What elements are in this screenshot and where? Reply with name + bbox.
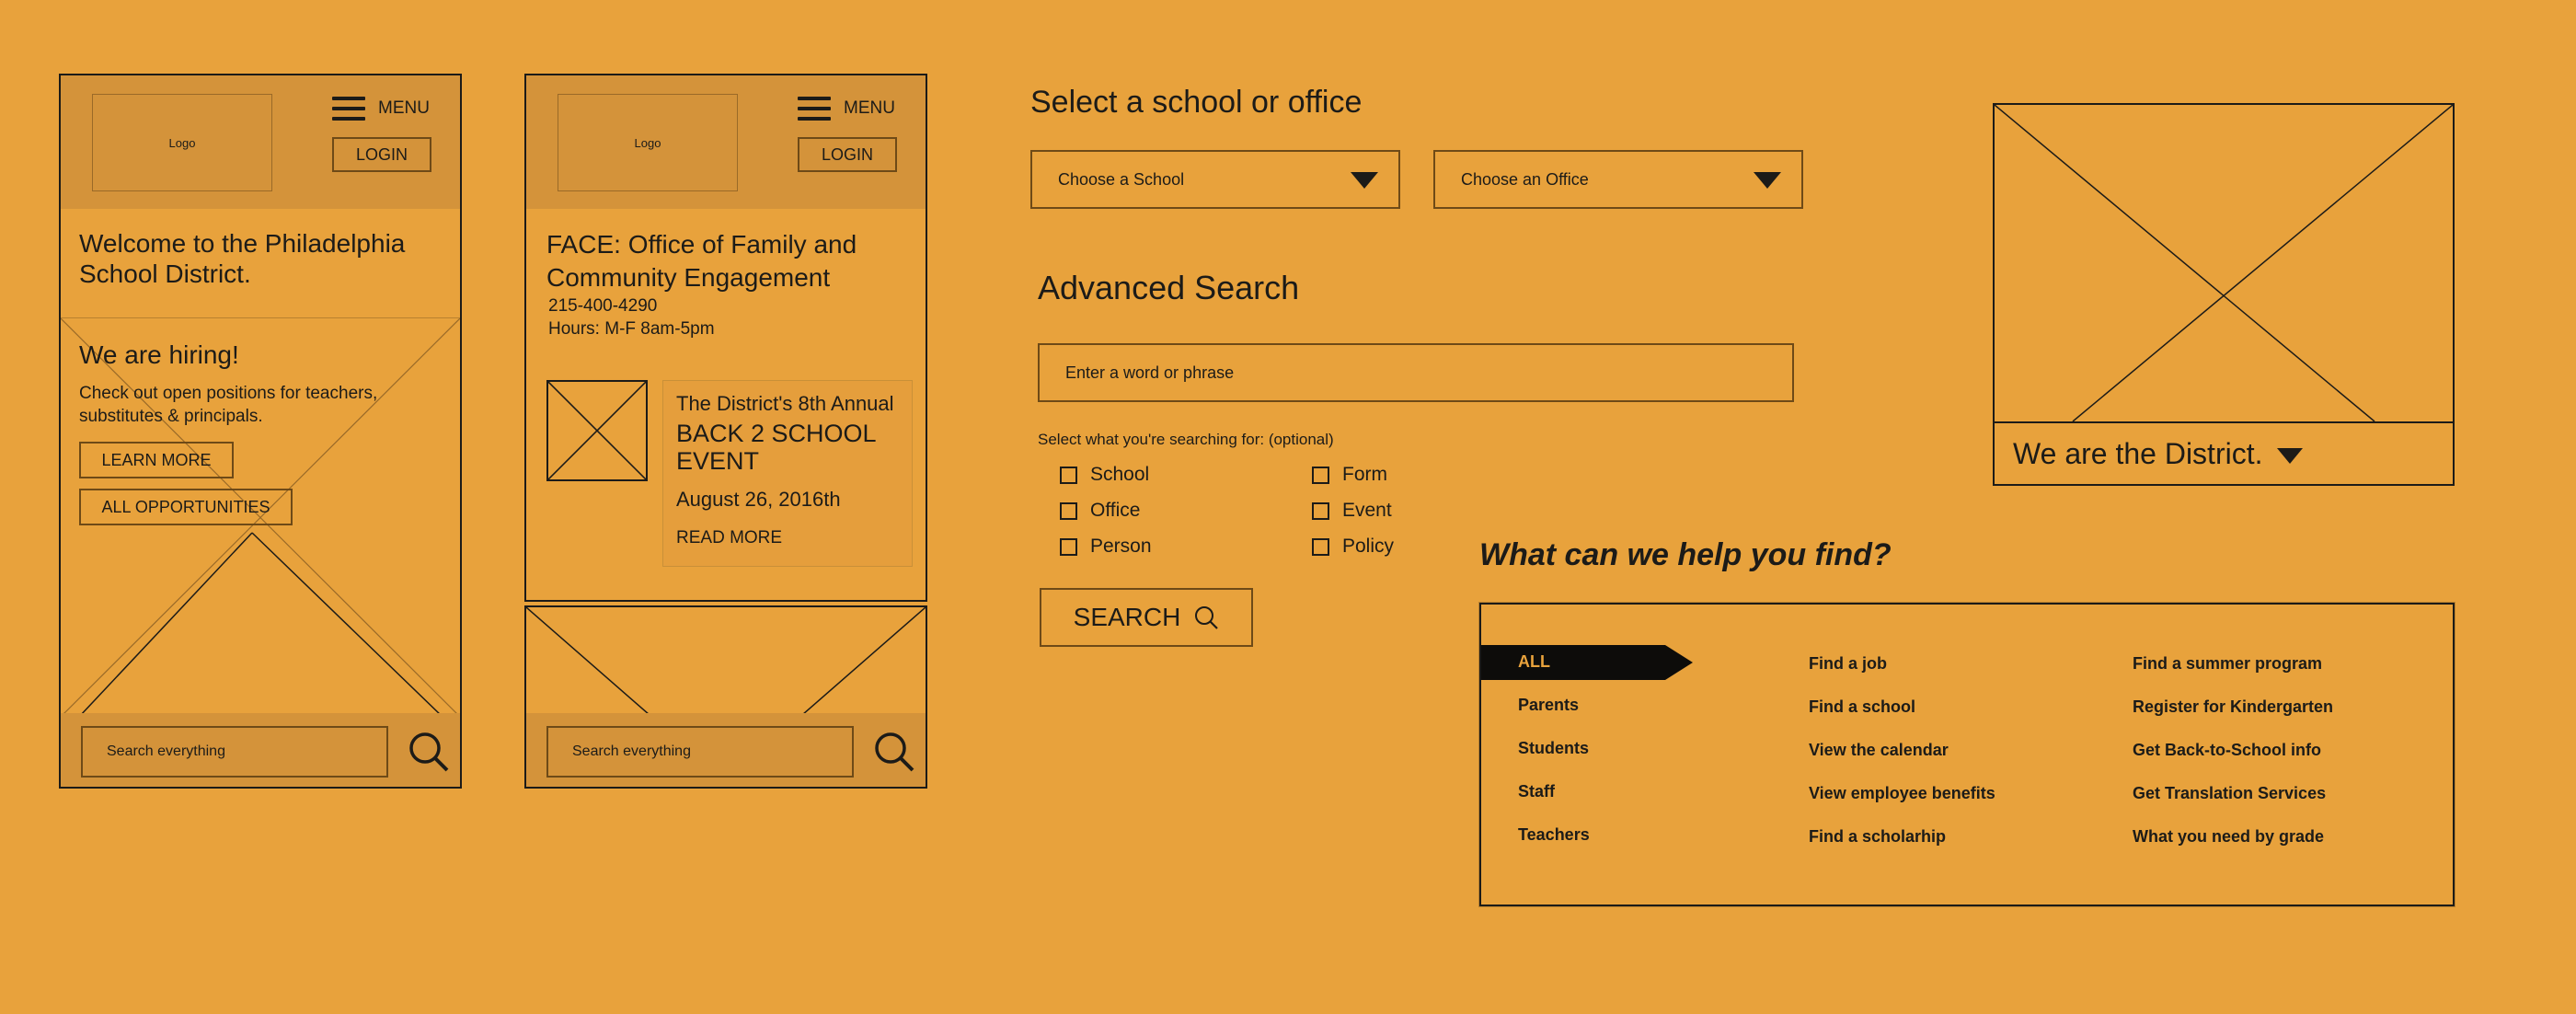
checkbox-event[interactable]: Event: [1312, 500, 1392, 522]
checkbox-school[interactable]: School: [1060, 464, 1149, 486]
filter-label: Select what you're searching for: (optio…: [1038, 431, 1334, 448]
link-register-kindergarten[interactable]: Register for Kindergarten: [2133, 697, 2333, 717]
search-button[interactable]: SEARCH: [1040, 588, 1253, 647]
image-placeholder: [526, 607, 926, 715]
link-find-a-job[interactable]: Find a job: [1809, 654, 1887, 674]
advanced-search-title: Advanced Search: [1038, 269, 1300, 306]
checkbox-person[interactable]: Person: [1060, 536, 1152, 558]
chevron-down-icon: [1754, 172, 1781, 189]
menu-label: MENU: [378, 98, 430, 118]
logo-placeholder: Logo: [558, 94, 738, 191]
login-button[interactable]: LOGIN: [798, 137, 897, 172]
link-view-calendar[interactable]: View the calendar: [1809, 741, 1949, 760]
link-find-scholarship[interactable]: Find a scholarhip: [1809, 827, 1946, 847]
checkbox-label: Policy: [1342, 536, 1395, 557]
search-icon[interactable]: [407, 730, 451, 774]
event-title: BACK 2 SCHOOL EVENT: [676, 420, 876, 475]
event-date: August 26, 2016th: [676, 488, 841, 511]
advanced-search-input[interactable]: Enter a word or phrase: [1038, 343, 1794, 402]
category-students[interactable]: Students: [1518, 739, 1589, 758]
checkbox-policy[interactable]: Policy: [1312, 536, 1394, 558]
checkbox[interactable]: [1060, 501, 1077, 520]
hero-caption-bar[interactable]: We are the District.: [1995, 421, 2453, 484]
active-tab-arrow: [1481, 645, 1693, 680]
category-parents[interactable]: Parents: [1518, 696, 1579, 715]
checkbox[interactable]: [1060, 466, 1077, 484]
checkbox-label: Form: [1342, 464, 1387, 485]
search-button-label: SEARCH: [1073, 603, 1181, 631]
help-finder-title: What can we help you find?: [1479, 537, 1892, 572]
chevron-down-icon: [2277, 447, 2304, 464]
checkbox-label: Office: [1090, 500, 1141, 521]
phone-mockup-office-lower: Search everything: [524, 605, 927, 789]
category-teachers[interactable]: Teachers: [1518, 825, 1590, 845]
phone-mockup-office: Logo MENU LOGIN FACE: Office of Family a…: [524, 74, 927, 602]
hamburger-icon: [332, 97, 365, 121]
checkbox[interactable]: [1312, 537, 1329, 556]
link-back-to-school[interactable]: Get Back-to-School info: [2133, 741, 2321, 760]
select-section-title: Select a school or office: [1030, 85, 1363, 120]
chevron-down-icon: [1351, 172, 1378, 189]
hero-module: We are the District.: [1993, 103, 2455, 486]
search-icon[interactable]: [872, 730, 916, 774]
checkbox-form[interactable]: Form: [1312, 464, 1387, 486]
checkbox[interactable]: [1060, 537, 1077, 556]
phone-search-bar: Search everything: [526, 713, 926, 787]
search-icon: [1195, 606, 1219, 629]
hiring-text: Check out open positions for teachers, s…: [79, 384, 378, 426]
checkbox[interactable]: [1312, 466, 1329, 484]
hero-caption: We are the District.: [2013, 436, 2263, 470]
hamburger-icon: [798, 97, 831, 121]
office-phone: 215-400-4290: [548, 296, 658, 316]
office-hours: Hours: M-F 8am-5pm: [548, 319, 715, 339]
hiring-title: We are hiring!: [79, 340, 239, 369]
school-dropdown-label: Choose a School: [1058, 169, 1185, 189]
checkbox-office[interactable]: Office: [1060, 500, 1140, 522]
link-summer-program[interactable]: Find a summer program: [2133, 654, 2322, 674]
login-button[interactable]: LOGIN: [332, 137, 431, 172]
phone-header: Logo MENU LOGIN: [61, 75, 460, 209]
menu-label: MENU: [844, 98, 895, 118]
menu-button[interactable]: MENU: [798, 97, 895, 121]
menu-button[interactable]: MENU: [332, 97, 430, 121]
logo-placeholder: Logo: [92, 94, 272, 191]
link-needs-by-grade[interactable]: What you need by grade: [2133, 827, 2324, 847]
link-employee-benefits[interactable]: View employee benefits: [1809, 784, 1995, 803]
help-finder-panel: ALL Parents Students Staff Teachers Find…: [1479, 603, 2455, 906]
category-staff[interactable]: Staff: [1518, 782, 1555, 801]
event-thumbnail-placeholder: [546, 380, 648, 481]
phone-mockup-home: Logo MENU LOGIN Welcome to the Philadelp…: [59, 74, 462, 789]
office-dropdown[interactable]: Choose an Office: [1433, 150, 1803, 209]
all-opportunities-button[interactable]: ALL OPPORTUNITIES: [79, 489, 293, 525]
office-dropdown-label: Choose an Office: [1461, 169, 1589, 189]
read-more-link[interactable]: READ MORE: [676, 528, 782, 548]
school-dropdown[interactable]: Choose a School: [1030, 150, 1400, 209]
link-translation-services[interactable]: Get Translation Services: [2133, 784, 2326, 803]
checkbox-label: Person: [1090, 536, 1152, 557]
phone-header: Logo MENU LOGIN: [526, 75, 926, 209]
checkbox-label: Event: [1342, 500, 1392, 521]
hero-image-placeholder: [1995, 105, 2453, 421]
event-card[interactable]: The District's 8th Annual BACK 2 SCHOOL …: [662, 380, 913, 567]
office-title: FACE: Office of Family and Community Eng…: [546, 230, 857, 292]
search-input[interactable]: Search everything: [546, 726, 854, 778]
welcome-heading: Welcome to the Philadelphia School Distr…: [79, 229, 406, 288]
checkbox-label: School: [1090, 464, 1150, 485]
event-intro: The District's 8th Annual: [676, 392, 894, 415]
category-label: ALL: [1518, 652, 1550, 671]
search-input[interactable]: Search everything: [81, 726, 388, 778]
learn-more-button[interactable]: LEARN MORE: [79, 442, 234, 478]
checkbox[interactable]: [1312, 501, 1329, 520]
category-tab-all[interactable]: ALL: [1481, 645, 1695, 680]
phone-search-bar: Search everything: [61, 713, 460, 787]
link-find-a-school[interactable]: Find a school: [1809, 697, 1915, 717]
